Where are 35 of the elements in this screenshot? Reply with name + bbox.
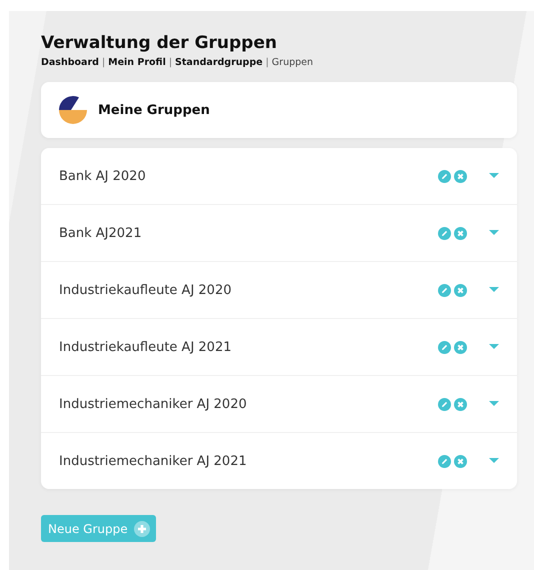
- edit-icon[interactable]: [438, 284, 451, 296]
- edit-icon[interactable]: [438, 226, 451, 240]
- breadcrumb-link[interactable]: Mein Profil: [108, 57, 166, 68]
- group-name: Bank AJ 2020: [59, 168, 147, 184]
- edit-icon[interactable]: [438, 340, 451, 354]
- group-name: Industriemechaniker AJ 2020: [59, 396, 248, 412]
- group-name: Industriemechaniker AJ 2021: [59, 454, 248, 468]
- plus-icon: [134, 520, 150, 536]
- breadcrumb-link[interactable]: Dashboard: [41, 57, 99, 68]
- group-name: Industriekaufleute AJ 2021: [59, 340, 232, 354]
- caret-icon[interactable]: [489, 458, 499, 464]
- logo-icon: [57, 94, 89, 126]
- group-name: Bank AJ2021: [59, 226, 143, 240]
- edit-icon[interactable]: [438, 398, 451, 410]
- caret-icon[interactable]: [489, 287, 499, 293]
- close-icon[interactable]: [454, 398, 467, 410]
- close-icon[interactable]: [454, 340, 467, 354]
- close-icon[interactable]: [454, 170, 467, 182]
- close-icon[interactable]: [454, 226, 467, 240]
- caret-icon[interactable]: [489, 173, 499, 179]
- card-title: Meine Gruppen: [98, 102, 210, 118]
- caret-icon[interactable]: [489, 344, 499, 350]
- breadcrumb-separator: |: [266, 57, 269, 68]
- breadcrumb-link[interactable]: Gruppen: [272, 57, 314, 68]
- edit-icon[interactable]: [438, 454, 451, 468]
- group-name: Industriekaufleute AJ 2020: [59, 282, 232, 298]
- page-title: Verwaltung der Gruppen: [41, 33, 278, 53]
- caret-icon[interactable]: [489, 230, 499, 236]
- breadcrumb-link[interactable]: Standardgruppe: [175, 57, 263, 68]
- caret-icon[interactable]: [489, 401, 499, 407]
- edit-icon[interactable]: [438, 170, 451, 182]
- breadcrumb-separator: |: [168, 57, 172, 68]
- close-icon[interactable]: [454, 454, 467, 468]
- close-icon[interactable]: [454, 284, 467, 296]
- breadcrumb-separator: |: [102, 57, 106, 68]
